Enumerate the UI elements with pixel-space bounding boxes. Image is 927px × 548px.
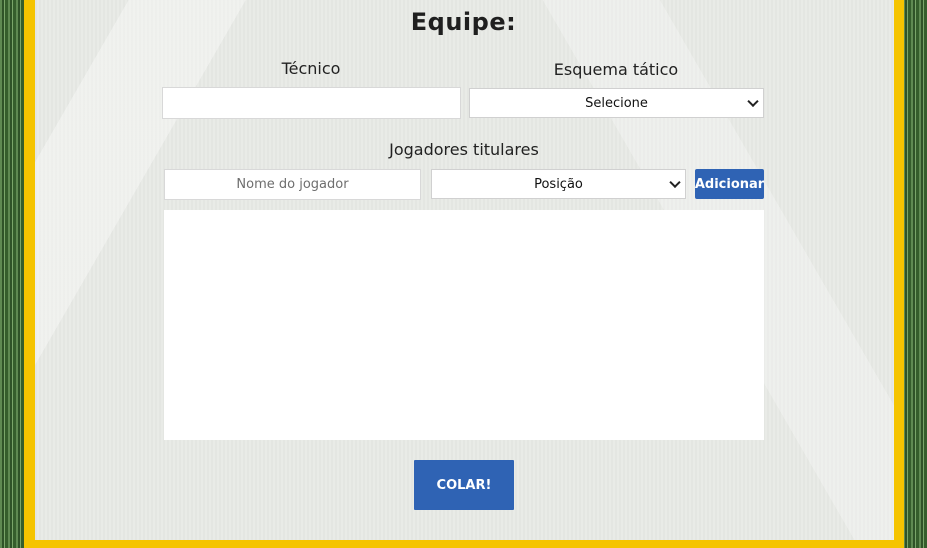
add-player-button[interactable]: Adicionar — [695, 169, 764, 199]
player-name-input[interactable]: Nome do jogador — [164, 169, 421, 200]
submit-button-label: COLAR! — [436, 477, 492, 493]
position-select[interactable]: Posição — [431, 169, 686, 199]
starters-label: Jogadores titulares — [389, 140, 539, 159]
starters-list[interactable] — [164, 210, 764, 440]
chevron-down-icon — [669, 176, 681, 189]
player-name-placeholder: Nome do jogador — [236, 177, 349, 192]
coach-label: Técnico — [281, 59, 341, 78]
coach-input[interactable] — [162, 87, 461, 119]
background-grass-right — [903, 0, 927, 548]
formation-select[interactable]: Selecione — [469, 88, 764, 118]
submit-button[interactable]: COLAR! — [414, 460, 514, 510]
formation-select-value: Selecione — [585, 95, 648, 111]
page-title: Equipe: — [410, 8, 517, 36]
background-grass-left — [0, 0, 24, 548]
add-player-button-label: Adicionar — [694, 176, 765, 192]
chevron-down-icon — [747, 95, 759, 108]
position-select-value: Posição — [534, 176, 583, 192]
formation-label: Esquema tático — [553, 60, 679, 79]
